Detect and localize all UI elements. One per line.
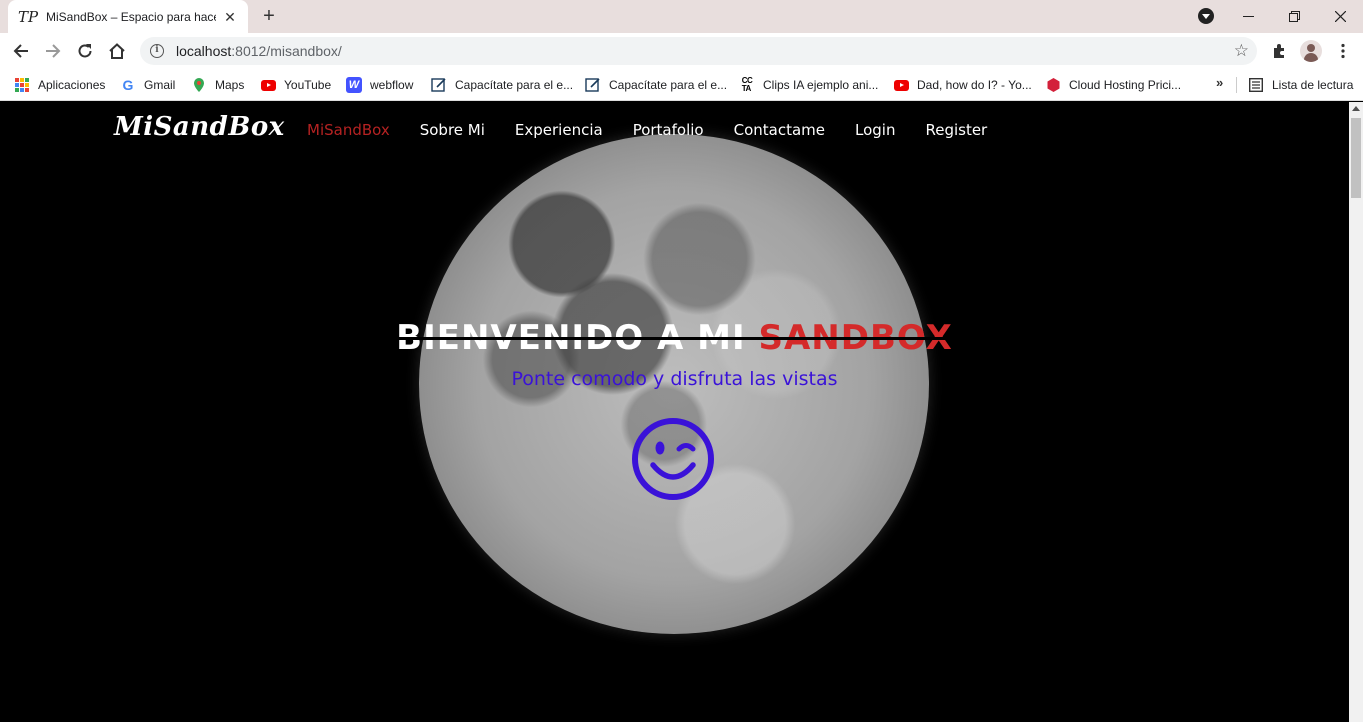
reading-list-button[interactable]: Lista de lectura bbox=[1248, 75, 1353, 95]
new-tab-button[interactable]: + bbox=[258, 5, 280, 27]
youtube-icon bbox=[260, 77, 276, 93]
cc-icon: CC TA bbox=[741, 76, 753, 93]
window-controls bbox=[1225, 0, 1363, 33]
vertical-scrollbar[interactable] bbox=[1349, 102, 1363, 722]
bookmark-youtube[interactable]: YouTube bbox=[260, 75, 331, 95]
bookmark-star-icon[interactable]: ☆ bbox=[1234, 41, 1249, 61]
bookmark-clips-ia[interactable]: CC TA Clips IA ejemplo ani... bbox=[739, 75, 879, 95]
extensions-button[interactable] bbox=[1266, 38, 1292, 64]
bookmark-capacitate-1[interactable]: Capacítate para el e... bbox=[431, 75, 573, 95]
bookmark-label: Capacítate para el e... bbox=[455, 78, 574, 92]
site-navbar: MiSandBox MiSandBox Sobre Mi Experiencia… bbox=[0, 102, 1349, 160]
bookmark-label: Dad, how do I? - Yo... bbox=[917, 78, 1032, 92]
menu-button[interactable] bbox=[1330, 38, 1356, 64]
site-favicon-icon: TP bbox=[18, 7, 39, 26]
hero-title-white: BIENVENIDO A MI bbox=[396, 318, 759, 358]
url-host: localhost bbox=[176, 43, 232, 59]
profile-button[interactable] bbox=[1298, 38, 1324, 64]
url-path: :8012/misandbox/ bbox=[231, 43, 342, 59]
bookmark-divider bbox=[1236, 77, 1237, 93]
reload-icon bbox=[78, 44, 92, 58]
page-viewport: MiSandBox MiSandBox Sobre Mi Experiencia… bbox=[0, 102, 1349, 722]
home-icon bbox=[109, 43, 125, 59]
hero-subtitle: Ponte comodo y disfruta las vistas bbox=[511, 368, 838, 390]
bookmark-label: webflow bbox=[370, 78, 414, 92]
back-button[interactable] bbox=[8, 38, 34, 64]
minimize-button[interactable] bbox=[1225, 0, 1271, 33]
browser-tab[interactable]: TP MiSandBox – Espacio para hacer ✕ bbox=[8, 0, 248, 33]
close-tab-icon[interactable]: ✕ bbox=[222, 9, 238, 25]
reload-button[interactable] bbox=[72, 38, 98, 64]
bookmark-label: Maps bbox=[215, 78, 245, 92]
nav-link-login[interactable]: Login bbox=[855, 121, 895, 139]
forward-arrow-icon bbox=[46, 44, 61, 58]
nav-link-contactame[interactable]: Contactame bbox=[734, 121, 825, 139]
bookmark-webflow[interactable]: W webflow bbox=[346, 75, 413, 95]
bookmark-dad-how-do-i[interactable]: Dad, how do I? - Yo... bbox=[893, 75, 1032, 95]
browser-toolbar: i localhost:8012/misandbox/ ☆ bbox=[0, 33, 1363, 69]
reading-list-label: Lista de lectura bbox=[1272, 78, 1354, 92]
nav-link-register[interactable]: Register bbox=[925, 121, 987, 139]
nav-link-sobre-mi[interactable]: Sobre Mi bbox=[420, 121, 485, 139]
hexagon-icon bbox=[1045, 77, 1061, 93]
hero-title-red: SANDBOX bbox=[758, 318, 953, 358]
youtube-icon bbox=[893, 77, 909, 93]
back-arrow-icon bbox=[13, 44, 28, 58]
home-button[interactable] bbox=[104, 38, 130, 64]
main-menu: MiSandBox Sobre Mi Experiencia Portafoli… bbox=[307, 121, 987, 139]
edit-icon bbox=[585, 77, 601, 93]
bookmark-label: YouTube bbox=[284, 78, 332, 92]
maps-icon bbox=[191, 77, 207, 93]
tab-search-icon[interactable] bbox=[1198, 8, 1214, 24]
bookmark-cloud-hosting[interactable]: Cloud Hosting Prici... bbox=[1045, 75, 1181, 95]
edit-icon bbox=[431, 77, 447, 93]
scroll-up-arrow-icon[interactable] bbox=[1352, 106, 1360, 111]
wink-smiley-icon bbox=[632, 418, 714, 500]
bookmarks-bar: Aplicaciones G Gmail Maps YouTube W webf… bbox=[0, 69, 1363, 101]
bookmark-aplicaciones[interactable]: Aplicaciones bbox=[14, 75, 105, 95]
bookmark-maps[interactable]: Maps bbox=[191, 75, 244, 95]
google-icon: G bbox=[122, 77, 134, 93]
site-info-icon[interactable]: i bbox=[150, 44, 164, 58]
tab-strip: TP MiSandBox – Espacio para hacer ✕ + bbox=[0, 0, 1363, 33]
tab-title: MiSandBox – Espacio para hacer bbox=[46, 9, 216, 24]
bookmark-label: Clips IA ejemplo ani... bbox=[763, 78, 879, 92]
site-logo[interactable]: MiSandBox bbox=[114, 112, 285, 142]
puzzle-icon bbox=[1274, 44, 1284, 58]
bookmark-label: Cloud Hosting Prici... bbox=[1069, 78, 1182, 92]
apps-icon bbox=[14, 77, 30, 93]
more-bookmarks-icon[interactable]: » bbox=[1216, 75, 1223, 90]
bookmark-label: Gmail bbox=[144, 78, 176, 92]
restore-button[interactable] bbox=[1271, 0, 1317, 33]
url-text: localhost:8012/misandbox/ bbox=[176, 43, 342, 59]
bookmark-label: Capacítate para el e... bbox=[609, 78, 728, 92]
bookmark-label: Aplicaciones bbox=[38, 78, 106, 92]
close-window-button[interactable] bbox=[1317, 0, 1363, 33]
reading-list-icon bbox=[1248, 77, 1264, 93]
bookmark-gmail[interactable]: G Gmail bbox=[120, 75, 176, 95]
webflow-icon: W bbox=[346, 77, 362, 93]
forward-button[interactable] bbox=[40, 38, 66, 64]
scrollbar-thumb[interactable] bbox=[1351, 118, 1361, 198]
nav-link-misandbox[interactable]: MiSandBox bbox=[307, 121, 390, 139]
bookmark-capacitate-2[interactable]: Capacítate para el e... bbox=[585, 75, 727, 95]
address-bar[interactable]: i localhost:8012/misandbox/ ☆ bbox=[140, 37, 1257, 65]
avatar-icon bbox=[1300, 40, 1322, 62]
nav-link-experiencia[interactable]: Experiencia bbox=[515, 121, 603, 139]
hero-title: BIENVENIDO A MI SANDBOX bbox=[0, 318, 1349, 358]
kebab-menu-icon bbox=[1341, 43, 1345, 59]
nav-link-portafolio[interactable]: Portafolio bbox=[633, 121, 704, 139]
